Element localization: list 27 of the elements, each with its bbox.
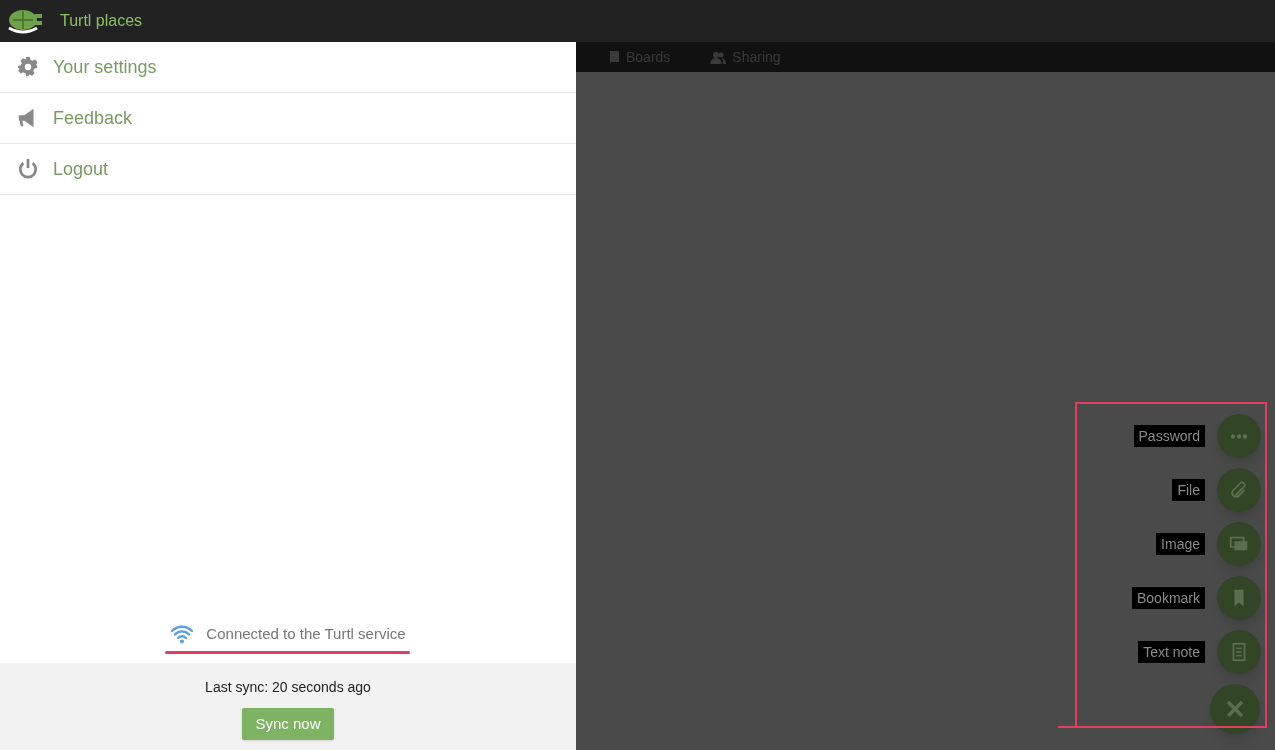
close-button[interactable] <box>1210 684 1260 734</box>
menu-item[interactable]: Your settings <box>0 42 576 93</box>
action-label: File <box>1172 479 1205 501</box>
menu-item[interactable]: Logout <box>0 144 576 195</box>
action-label: Text note <box>1138 641 1205 663</box>
add-password-button[interactable] <box>1217 414 1261 458</box>
more-icon <box>1230 433 1248 439</box>
power-icon <box>17 158 39 180</box>
add-image-button[interactable] <box>1217 522 1261 566</box>
annotation-line <box>1058 726 1078 728</box>
wifi-icon <box>170 623 195 644</box>
connection-status: Connected to the Turtl service <box>206 623 406 644</box>
add-file-button[interactable] <box>1217 468 1261 512</box>
action-label: Password <box>1133 425 1205 447</box>
action-label: Bookmark <box>1131 587 1205 609</box>
settings-icon <box>17 56 39 78</box>
sync-now-button[interactable]: Sync now <box>242 708 334 740</box>
users-icon <box>710 50 727 64</box>
book-icon <box>608 50 620 64</box>
turtle-logo-icon <box>7 8 43 34</box>
add-note-button[interactable] <box>1217 630 1261 674</box>
menu-item[interactable]: Feedback <box>0 93 576 144</box>
action-label: Image <box>1156 533 1205 555</box>
app-title: Turtl places <box>60 11 143 31</box>
close-icon <box>1226 700 1244 718</box>
last-sync-text: Last sync: 20 seconds ago <box>205 678 371 697</box>
add-bookmark-button[interactable] <box>1217 576 1261 620</box>
